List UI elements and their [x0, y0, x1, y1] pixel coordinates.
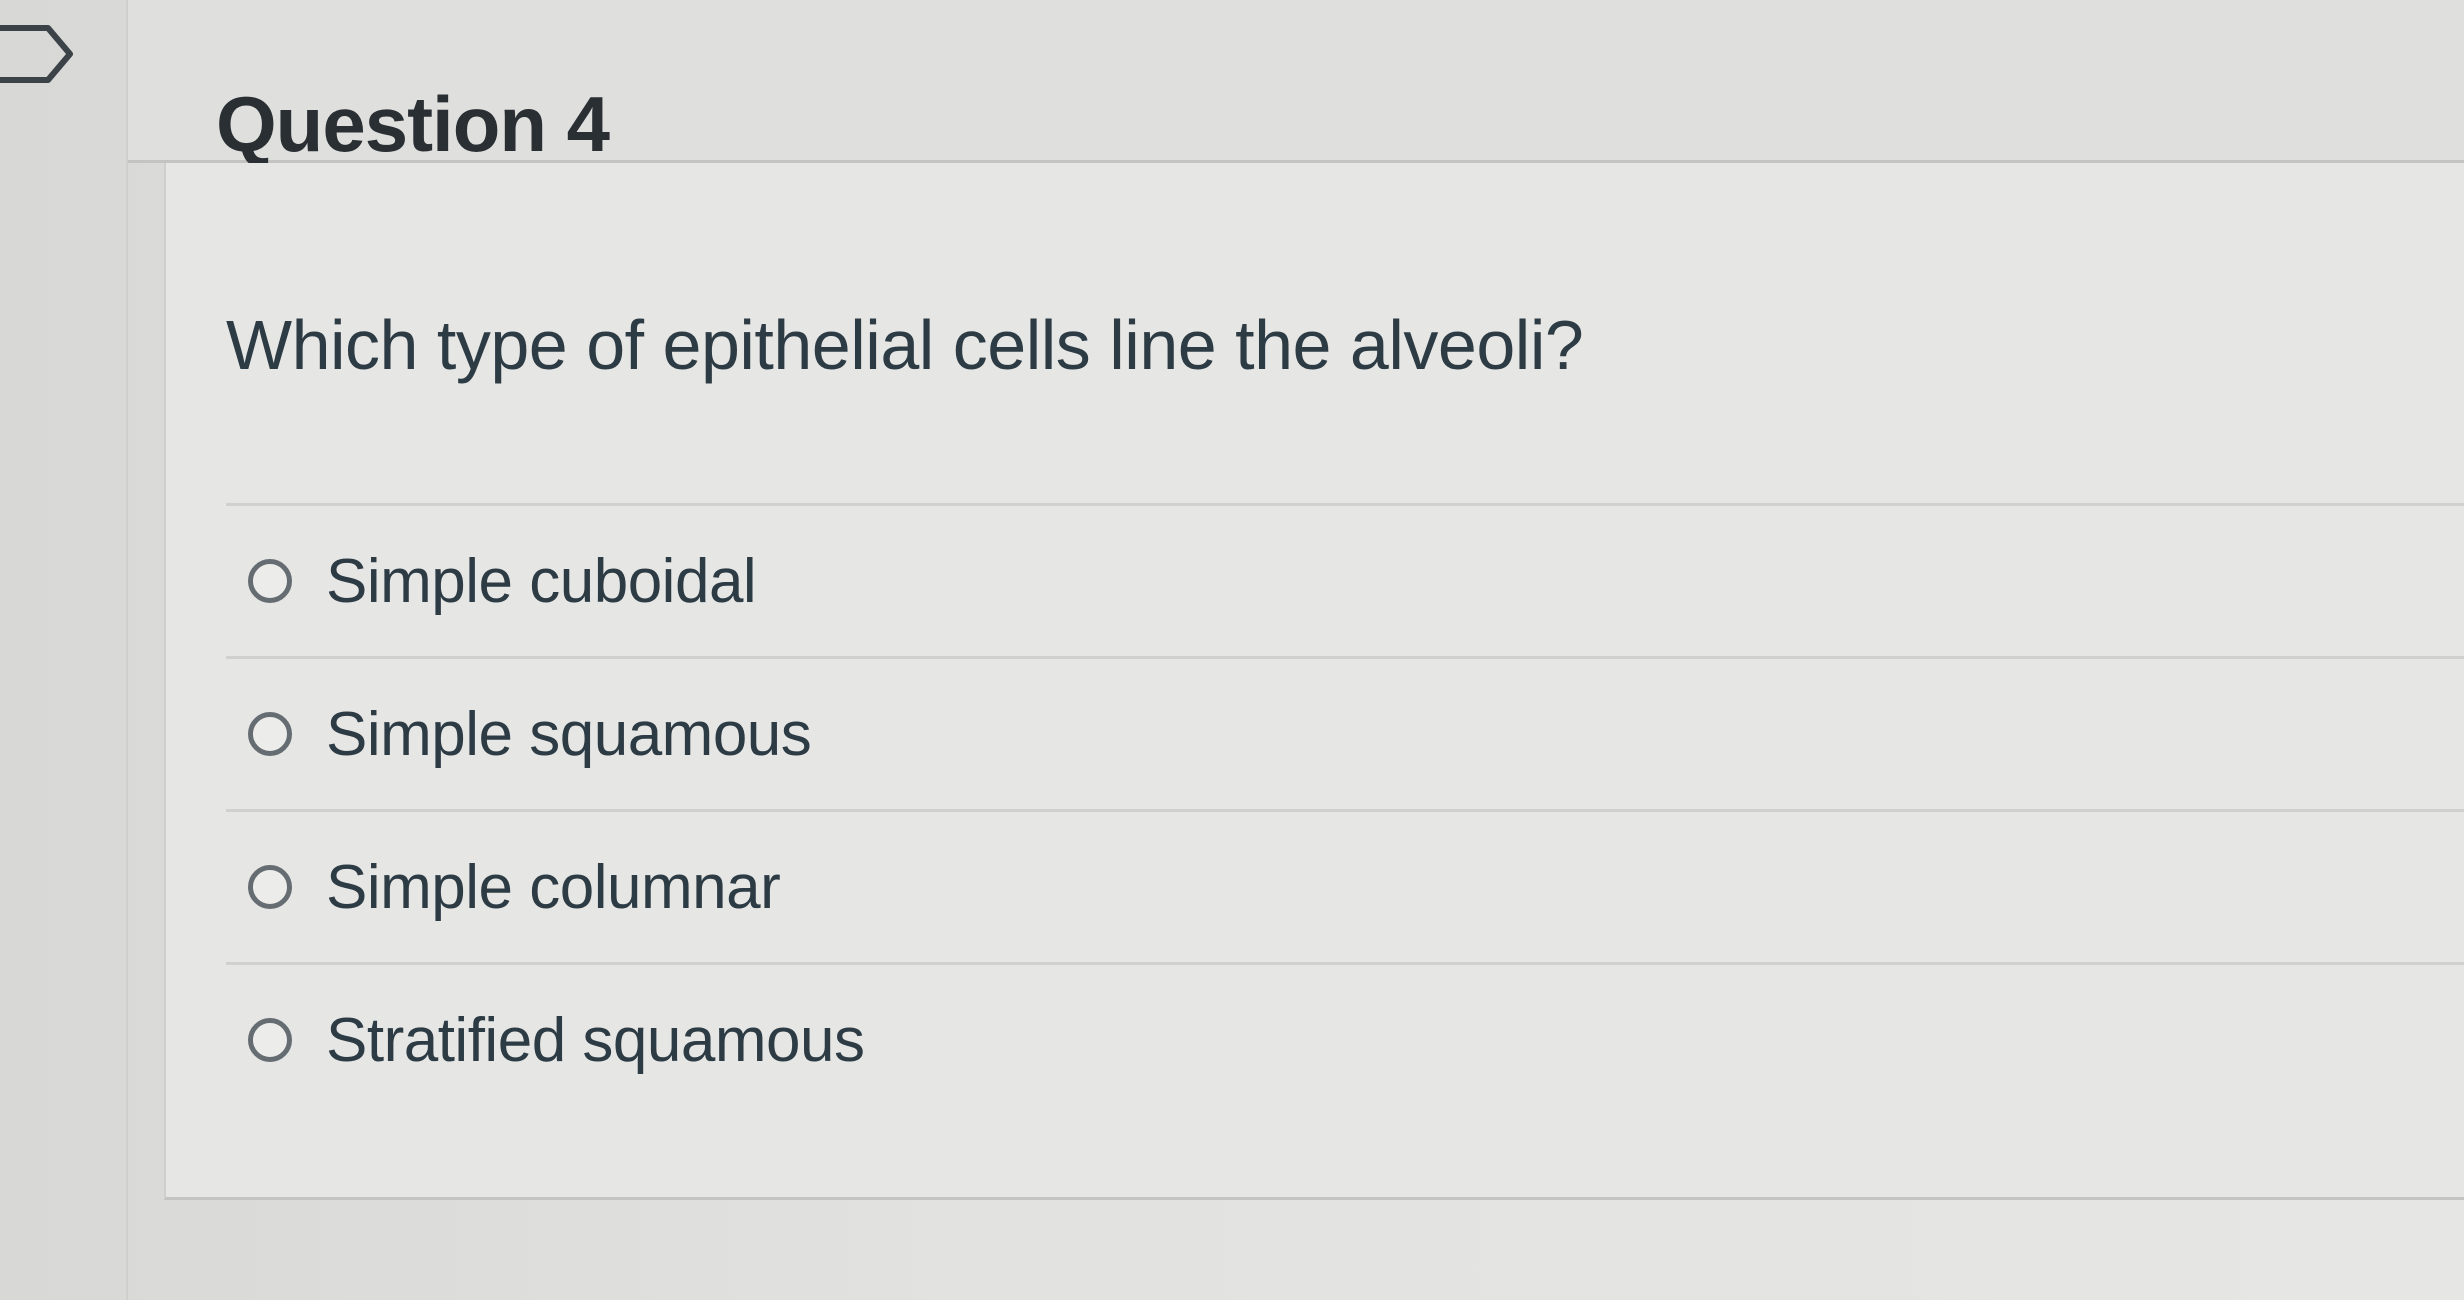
question-text: Which type of epithelial cells line the … [226, 306, 1584, 384]
radio-icon[interactable] [248, 559, 292, 603]
radio-icon[interactable] [248, 1018, 292, 1062]
answer-list: Simple cuboidal Simple squamous Simple c… [226, 503, 2464, 1115]
question-panel: Question 4 Which type of epithelial cell… [126, 0, 2464, 1300]
question-header: Question 4 [128, 0, 2464, 168]
flag-icon[interactable] [0, 22, 80, 86]
question-title: Question 4 [216, 79, 610, 168]
answer-label[interactable]: Simple squamous [326, 699, 812, 770]
question-body: Which type of epithelial cells line the … [164, 163, 2464, 1200]
answer-option[interactable]: Simple cuboidal [226, 503, 2464, 656]
answer-label[interactable]: Simple cuboidal [326, 546, 757, 617]
answer-option[interactable]: Simple squamous [226, 656, 2464, 809]
radio-icon[interactable] [248, 712, 292, 756]
answer-label[interactable]: Simple columnar [326, 852, 781, 923]
answer-option[interactable]: Simple columnar [226, 809, 2464, 962]
answer-label[interactable]: Stratified squamous [326, 1005, 865, 1076]
answer-option[interactable]: Stratified squamous [226, 962, 2464, 1115]
radio-icon[interactable] [248, 865, 292, 909]
